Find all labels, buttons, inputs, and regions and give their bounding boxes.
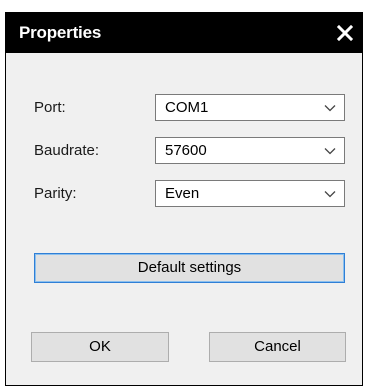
parity-dropdown[interactable]: Even (155, 180, 345, 207)
port-value: COM1 (165, 99, 209, 116)
close-button[interactable] (328, 13, 362, 53)
chevron-down-icon (324, 105, 336, 112)
default-settings-button[interactable]: Default settings (34, 253, 345, 283)
baudrate-value: 57600 (165, 142, 207, 159)
title-bar[interactable]: Properties (6, 13, 362, 53)
baudrate-dropdown[interactable]: 57600 (155, 137, 345, 164)
properties-dialog: Properties Port: COM1 Baudrate: 57600 Pa… (5, 12, 363, 386)
baudrate-label: Baudrate: (34, 142, 100, 159)
cancel-button[interactable]: Cancel (209, 332, 346, 362)
parity-label: Parity: (34, 185, 77, 202)
ok-button[interactable]: OK (31, 332, 169, 362)
chevron-down-icon (324, 191, 336, 198)
port-dropdown[interactable]: COM1 (155, 94, 345, 121)
parity-value: Even (165, 185, 200, 202)
chevron-down-icon (324, 148, 336, 155)
close-icon (337, 25, 353, 41)
port-label: Port: (34, 99, 66, 116)
dialog-title: Properties (19, 23, 102, 42)
